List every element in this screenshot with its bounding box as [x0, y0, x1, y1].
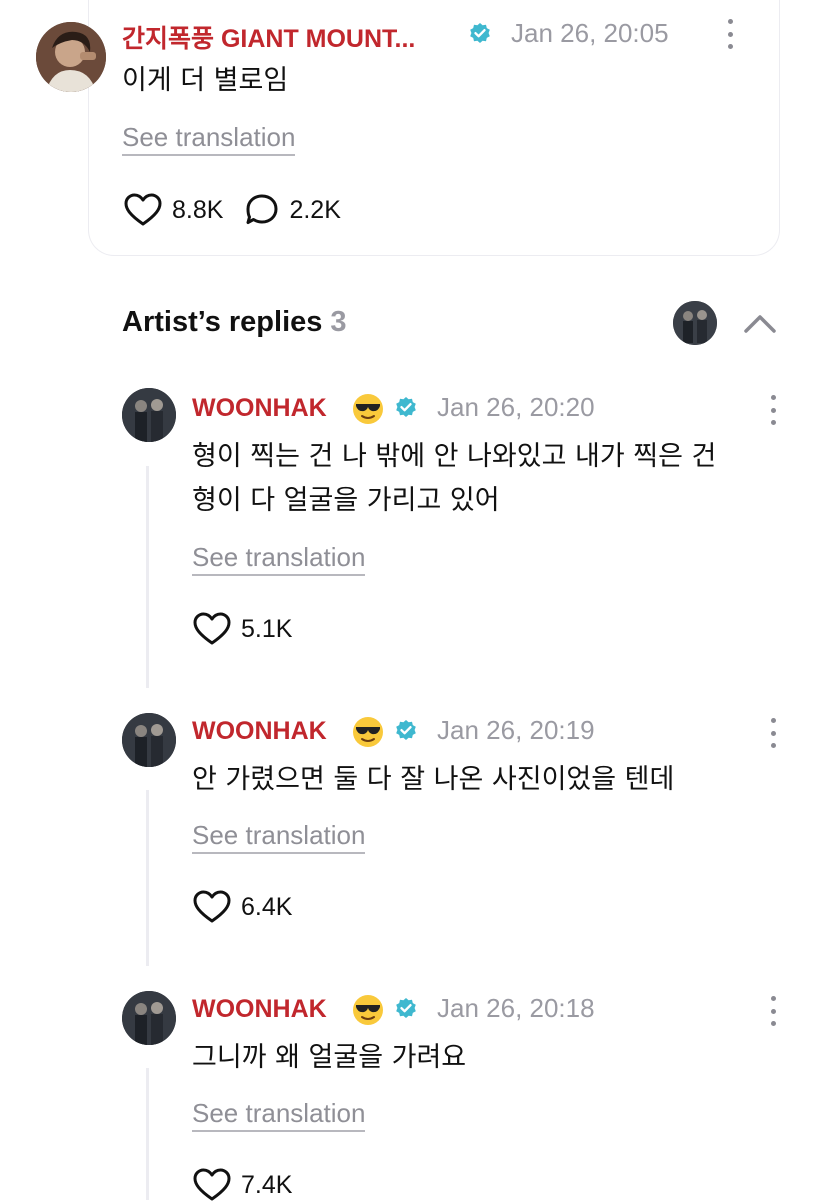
heart-icon[interactable] — [193, 1168, 231, 1202]
like-count: 8.8K — [172, 195, 224, 224]
reply-text-line: 안 가렸으면 둘 다 잘 나온 사진이었을 텐데 — [192, 764, 675, 795]
chevron-up-icon[interactable] — [742, 311, 778, 335]
reply-stats: 7.4K — [193, 1168, 314, 1202]
reply-text-line: 형이 찍는 건 나 밖에 안 나와있고 내가 찍은 건 — [192, 441, 717, 472]
like-count: 6.4K — [241, 892, 293, 921]
post-stats: 8.8K 2.2K — [124, 193, 363, 227]
see-translation-link[interactable]: See translation — [122, 122, 296, 156]
reply-stats: 5.1K — [193, 612, 314, 646]
like-count: 7.4K — [241, 1170, 293, 1199]
verified-badge-icon — [396, 397, 416, 417]
see-translation-link[interactable]: See translation — [192, 542, 366, 576]
post-text: 이게 더 별로임 — [122, 65, 289, 96]
more-vertical-icon[interactable] — [761, 395, 785, 425]
thread-line — [146, 466, 149, 688]
post-author-name[interactable]: 간지폭풍 GIANT MOUNT... — [122, 19, 415, 55]
heart-icon[interactable] — [193, 890, 231, 924]
thread-line — [146, 1068, 149, 1200]
reply-author-avatar[interactable] — [122, 991, 176, 1045]
heart-icon[interactable] — [193, 612, 231, 646]
reply-text-line: 그니까 왜 얼굴을 가려요 — [192, 1042, 467, 1073]
more-vertical-icon[interactable] — [761, 996, 785, 1026]
more-vertical-icon[interactable] — [761, 718, 785, 748]
artist-avatar-small[interactable] — [673, 301, 717, 345]
post-author-avatar[interactable] — [36, 22, 106, 92]
heart-icon[interactable] — [124, 193, 162, 227]
artist-replies-count: 3 — [330, 306, 347, 338]
reply-date: Jan 26, 20:18 — [437, 993, 595, 1023]
more-vertical-icon[interactable] — [718, 19, 742, 49]
reply-text-line: 형이 다 얼굴을 가리고 있어 — [192, 485, 500, 516]
reply-author-avatar[interactable] — [122, 388, 176, 442]
post-date: Jan 26, 20:05 — [511, 18, 669, 48]
see-translation-link[interactable]: See translation — [192, 1098, 366, 1132]
sunglasses-emoji-icon — [353, 995, 383, 1025]
thread-line — [146, 790, 149, 966]
verified-badge-icon — [396, 720, 416, 740]
sunglasses-emoji-icon — [353, 717, 383, 747]
see-translation-link[interactable]: See translation — [192, 820, 366, 854]
reply-author-name[interactable]: WOONHAK — [192, 995, 327, 1024]
reply-date: Jan 26, 20:19 — [437, 715, 595, 745]
reply-date: Jan 26, 20:20 — [437, 392, 595, 422]
reply-author-name[interactable]: WOONHAK — [192, 717, 327, 746]
comment-count: 2.2K — [289, 195, 341, 224]
artist-replies-title: Artist’s replies 3 — [122, 306, 347, 339]
verified-badge-icon — [470, 23, 490, 43]
reply-author-avatar[interactable] — [122, 713, 176, 767]
like-count: 5.1K — [241, 614, 293, 643]
comment-bubble-icon[interactable] — [245, 193, 279, 227]
verified-badge-icon — [396, 998, 416, 1018]
reply-stats: 6.4K — [193, 890, 314, 924]
sunglasses-emoji-icon — [353, 394, 383, 424]
artist-replies-label: Artist’s replies — [122, 306, 323, 338]
reply-author-name[interactable]: WOONHAK — [192, 394, 327, 423]
